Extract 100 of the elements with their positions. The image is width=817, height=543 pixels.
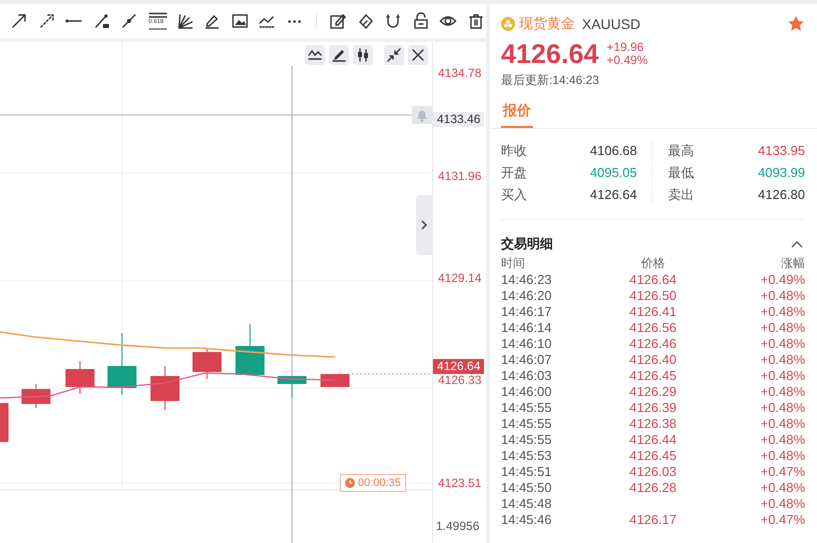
table-cell-text: +0.48% — [760, 288, 805, 304]
table-cell-text: +0.48% — [760, 336, 805, 352]
price-axis-label: 4134.78 — [438, 65, 482, 81]
table-cell-text: 14:46:14 — [501, 320, 553, 336]
candle — [150, 366, 180, 410]
table-cell-text: 14:45:55 — [501, 416, 553, 432]
table-cell-text: 14:45:50 — [501, 480, 553, 496]
table-cell-text: 14:45:55 — [501, 432, 553, 448]
chart-control-button[interactable] — [329, 45, 349, 65]
last-price-tag: 4126.64 — [433, 359, 484, 374]
price-axis-label: 4126.33 — [438, 372, 482, 388]
table-cell-text: 4126.56 — [628, 320, 678, 336]
more-icon — [288, 20, 302, 22]
countdown-text: 00:00:35 — [358, 476, 401, 490]
current-price: 4126.64 — [501, 38, 599, 70]
table-cell-text: 14:45:55 — [501, 400, 553, 416]
table-cell-text: 4126.17 — [628, 512, 678, 528]
table-cell-text: +0.47% — [760, 464, 805, 480]
table-cell-text: 14:46:17 — [501, 304, 553, 320]
table-cell-text: 4126.45 — [628, 368, 678, 384]
candle — [108, 332, 136, 396]
chart-control-button[interactable] — [353, 45, 373, 65]
table-cell-text: +0.49% — [760, 272, 805, 288]
percent-change: +0.49% — [606, 54, 648, 67]
table-cell-text: 4126.50 — [628, 288, 678, 304]
segment-icon — [92, 12, 111, 30]
table-cell-text: +0.48% — [760, 320, 805, 336]
collapse-toggle[interactable] — [789, 240, 805, 248]
chevron-right-icon — [420, 219, 428, 231]
table-cell-text: 14:46:07 — [501, 352, 553, 368]
table-cell-text: 4126.44 — [628, 432, 678, 448]
section-title: 交易明细 — [501, 235, 553, 253]
collapse-icon — [386, 47, 402, 63]
price-change: +19.96 — [606, 41, 645, 54]
chart-control-button[interactable] — [384, 45, 404, 65]
table-cell-text: 4126.38 — [628, 416, 678, 432]
candle — [278, 376, 306, 398]
table-cell-text: 4126.41 — [628, 304, 678, 320]
side-panel-toggle[interactable] — [416, 195, 432, 255]
table-cell-text: +0.48% — [760, 416, 805, 432]
candle — [192, 348, 222, 380]
table-cell-text: 4126.03 — [628, 464, 678, 480]
last-updated-time: 最后更新:14:46:23 — [501, 72, 600, 89]
table-cell-text: 4126.28 — [628, 480, 678, 496]
chart-control-button[interactable] — [305, 45, 325, 65]
chart-control-button[interactable] — [408, 45, 428, 65]
table-cell-text: +0.48% — [760, 400, 805, 416]
stat-value: 4126.80 — [758, 186, 805, 204]
table-cell-text: 14:46:23 — [501, 272, 553, 288]
candle — [0, 403, 8, 442]
stat-value: 4095.05 — [590, 164, 637, 182]
trash-icon — [466, 12, 485, 30]
column-header: 时间 — [501, 255, 526, 272]
column-header: 价格 — [640, 255, 666, 272]
stat-value: 4133.95 — [758, 142, 805, 160]
table-cell-text: +0.48% — [760, 352, 805, 368]
chevron-up-icon — [791, 240, 803, 248]
table-cell-text: 4126.39 — [628, 400, 678, 416]
table-cell-text: 14:45:53 — [501, 448, 553, 464]
stat-label: 昨收 — [501, 142, 527, 160]
table-cell-text: +0.48% — [760, 384, 805, 400]
arrow-icon — [10, 12, 28, 30]
fibonacci-lines-icon — [148, 12, 168, 30]
instrument-name: 现货黄金 — [519, 15, 575, 33]
horizontal-line-icon — [65, 19, 84, 23]
filled-star-icon — [787, 15, 805, 33]
table-cell-text: +0.48% — [760, 480, 805, 496]
dashed-arrow-icon — [38, 12, 56, 30]
table-cell-text: 14:46:10 — [501, 336, 553, 352]
instrument-symbol: XAUUSD — [582, 16, 640, 32]
table-cell-text: 4126.64 — [628, 272, 678, 288]
candle — [66, 360, 94, 394]
table-cell-text: 4126.40 — [628, 352, 678, 368]
price-axis-label: 4131.96 — [438, 168, 482, 184]
brush-icon — [203, 12, 222, 30]
stat-label: 最高 — [668, 142, 694, 160]
table-cell-text: +0.48% — [760, 448, 805, 464]
price-axis-label: 4123.51 — [438, 475, 482, 491]
favorite-button[interactable] — [787, 15, 805, 33]
stat-label: 开盘 — [501, 164, 527, 182]
table-cell-text: +0.48% — [760, 368, 805, 384]
eraser-icon — [356, 12, 375, 30]
price-axis-label: 4129.14 — [438, 270, 482, 286]
clock-icon — [345, 478, 355, 488]
stat-label: 最低 — [668, 164, 694, 182]
table-cell-text: 14:45:51 — [501, 464, 553, 480]
table-cell-text: 14:46:03 — [501, 368, 553, 384]
table-cell-text: 4126.46 — [628, 336, 678, 352]
stat-value: 4126.64 — [590, 186, 637, 204]
stat-label: 卖出 — [668, 186, 694, 204]
table-cell-text: 4126.29 — [628, 384, 678, 400]
edit-note-icon — [329, 12, 348, 30]
image-icon — [230, 12, 249, 30]
column-header: 涨幅 — [780, 255, 805, 272]
table-cell-text: +0.48% — [760, 496, 805, 512]
candle — [320, 374, 350, 388]
stat-value: 4106.68 — [590, 142, 637, 160]
candle — [236, 324, 264, 376]
coin-icon — [501, 17, 515, 31]
stat-label: 买入 — [501, 186, 527, 204]
